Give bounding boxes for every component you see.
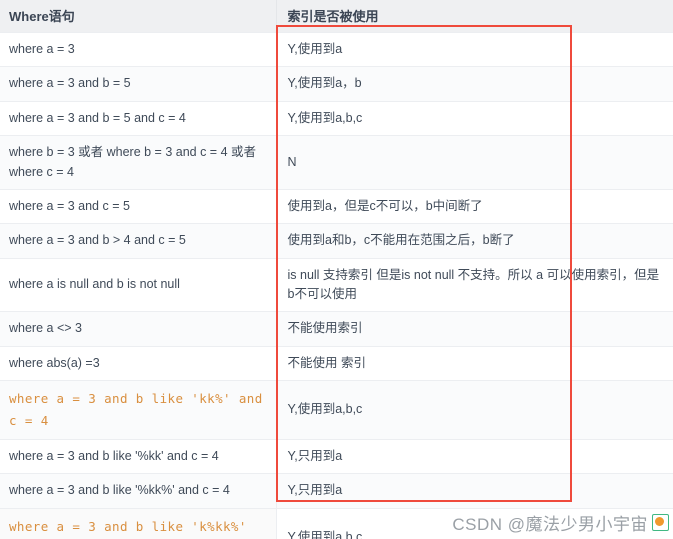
cell-index-used: 不能使用索引 [276,311,673,347]
table-header: Where语句 索引是否被使用 [0,0,673,33]
table-row: where a = 3 Y,使用到a [0,31,673,67]
cell-where-clause: where a = 3 and b like '%kk' and c = 4 [0,438,277,474]
cell-where-clause-code: where a = 3 and b like 'k%kk%' and c = 4 [0,507,277,539]
cell-index-used: Y,只用到a [276,473,673,509]
watermark: CSDN @魔法少男小宇宙 [452,510,669,535]
cell-index-used: Y,使用到a,b,c [276,100,673,136]
cell-index-used: Y,使用到a,b,c [276,380,673,440]
cell-index-used: 不能使用 索引 [276,345,673,381]
csdn-logo-icon [652,514,669,531]
cell-index-used: Y,使用到a，b [276,66,673,102]
column-header-index-used: 索引是否被使用 [276,0,673,33]
cell-index-used: 使用到a，但是c不可以，b中间断了 [276,188,673,224]
cell-where-clause: where abs(a) =3 [0,345,277,381]
table-row: where a = 3 and b like '%kk' and c = 4 Y… [0,438,673,474]
table-row: where a = 3 and b > 4 and c = 5 使用到a和b，c… [0,223,673,259]
cell-index-used: is null 支持索引 但是is not null 不支持。所以 a 可以使用… [276,257,673,312]
table-row: where abs(a) =3 不能使用 索引 [0,345,673,381]
table-body: where a = 3 Y,使用到a where a = 3 and b = 5… [0,31,673,539]
table-row: where a = 3 and b like '%kk%' and c = 4 … [0,473,673,509]
table-row: where a = 3 and c = 5 使用到a，但是c不可以，b中间断了 [0,188,673,224]
screenshot-stage: Where语句 索引是否被使用 where a = 3 Y,使用到a where… [0,0,673,539]
index-usage-table: Where语句 索引是否被使用 where a = 3 Y,使用到a where… [0,0,673,539]
cell-where-clause: where a <> 3 [0,311,277,347]
cell-where-clause: where a is null and b is not null [0,257,277,312]
table-row: where b = 3 或者 where b = 3 and c = 4 或者 … [0,135,673,190]
table-row: where a is null and b is not null is nul… [0,257,673,312]
cell-where-clause: where a = 3 and b > 4 and c = 5 [0,223,277,259]
cell-where-clause: where a = 3 and c = 5 [0,188,277,224]
table-row: where a = 3 and b = 5 Y,使用到a，b [0,66,673,102]
cell-where-clause: where a = 3 and b = 5 and c = 4 [0,100,277,136]
cell-where-clause: where b = 3 或者 where b = 3 and c = 4 或者 … [0,135,277,190]
cell-where-clause: where a = 3 and b = 5 [0,66,277,102]
cell-where-clause: where a = 3 and b like '%kk%' and c = 4 [0,473,277,509]
table-row: where a = 3 and b like 'kk%' and c = 4 Y… [0,380,673,440]
cell-index-used: N [276,135,673,190]
cell-index-used: Y,只用到a [276,438,673,474]
cell-index-used: Y,使用到a [276,31,673,67]
cell-where-clause: where a = 3 [0,31,277,67]
column-header-where-clause: Where语句 [0,0,277,33]
table-header-row: Where语句 索引是否被使用 [0,0,673,33]
table-row: where a <> 3 不能使用索引 [0,311,673,347]
watermark-text: CSDN @魔法少男小宇宙 [452,515,648,534]
cell-where-clause-code: where a = 3 and b like 'kk%' and c = 4 [0,380,277,440]
cell-index-used: 使用到a和b，c不能用在范围之后，b断了 [276,223,673,259]
table-row: where a = 3 and b = 5 and c = 4 Y,使用到a,b… [0,100,673,136]
